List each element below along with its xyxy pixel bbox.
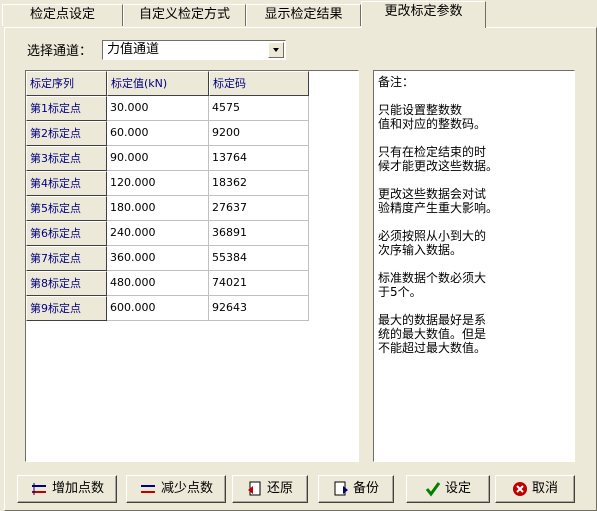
code-cell[interactable]: 36891 xyxy=(209,221,309,246)
calibration-grid[interactable]: 标定序列 标定值(kN) 标定码 第1标定点 30.000 4575 第2标定点… xyxy=(25,70,359,462)
code-cell[interactable]: 4575 xyxy=(209,96,309,121)
check-icon xyxy=(425,482,441,497)
value-cell[interactable]: 120.000 xyxy=(107,171,209,196)
note-item: 只能设置整数数 值和对应的整数码。 xyxy=(378,103,487,131)
notes-title: 备注： xyxy=(378,75,415,89)
value-cell[interactable]: 600.000 xyxy=(107,296,209,321)
row-header[interactable]: 第9标定点 xyxy=(26,296,107,321)
note-item: 只有在检定结束的时 候才能更改这些数据。 xyxy=(378,145,499,173)
value-cell[interactable]: 90.000 xyxy=(107,146,209,171)
value-cell[interactable]: 30.000 xyxy=(107,96,209,121)
restore-icon xyxy=(247,481,261,496)
backup-icon xyxy=(334,481,348,496)
code-cell[interactable]: 74021 xyxy=(209,271,309,296)
value-cell[interactable]: 60.000 xyxy=(107,121,209,146)
tab-label: 检定点设定 xyxy=(29,7,95,22)
code-cell[interactable]: 27637 xyxy=(209,196,309,221)
row-header[interactable]: 第1标定点 xyxy=(26,96,107,121)
note-item: 更改这些数据会对试 验精度产生重大影响。 xyxy=(378,187,499,215)
tab-label: 更改标定参数 xyxy=(384,4,463,19)
row-header[interactable]: 第4标定点 xyxy=(26,171,107,196)
cancel-button[interactable]: 取消 xyxy=(495,475,575,503)
note-item: 标准数据个数必须大 于5个。 xyxy=(378,271,487,299)
code-cell[interactable]: 18362 xyxy=(209,171,309,196)
add-points-label: 增加点数 xyxy=(51,481,104,496)
code-cell[interactable]: 92643 xyxy=(209,296,309,321)
code-cell[interactable]: 13764 xyxy=(209,146,309,171)
cancel-icon xyxy=(512,482,527,496)
value-cell[interactable]: 180.000 xyxy=(107,196,209,221)
channel-selected-value: 力值通道 xyxy=(107,42,160,57)
set-label: 设定 xyxy=(444,481,471,496)
backup-button[interactable]: 备份 xyxy=(318,475,394,503)
remove-points-button[interactable]: 减少点数 xyxy=(126,475,226,503)
code-cell[interactable]: 9200 xyxy=(209,121,309,146)
channel-select[interactable]: 力值通道 xyxy=(102,40,286,60)
row-header[interactable]: 第3标定点 xyxy=(26,146,107,171)
column-header-code[interactable]: 标定码 xyxy=(209,71,309,96)
row-header[interactable]: 第5标定点 xyxy=(26,196,107,221)
cancel-label: 取消 xyxy=(531,481,558,496)
row-header[interactable]: 第2标定点 xyxy=(26,121,107,146)
notes-box[interactable]: 备注： 只能设置整数数 值和对应的整数码。 只有在检定结束的时 候才能更改这些数… xyxy=(373,70,575,462)
tab-label: 显示检定结果 xyxy=(264,7,343,22)
tab-bar: 检定点设定 自定义检定方式 显示检定结果 更改标定参数 xyxy=(0,0,597,30)
note-item: 最大的数据最好是系 统的最大数值。但是 不能超过最大数值。 xyxy=(378,313,487,355)
value-cell[interactable]: 360.000 xyxy=(107,246,209,271)
tab-show-results[interactable]: 显示检定结果 xyxy=(246,4,361,26)
tab-custom-check-mode[interactable]: 自定义检定方式 xyxy=(123,4,246,26)
add-points-button[interactable]: 增加点数 xyxy=(17,475,117,503)
tab-label: 自定义检定方式 xyxy=(138,7,230,22)
restore-button[interactable]: 还原 xyxy=(232,475,308,503)
note-item: 必须按照从小到大的 次序输入数据。 xyxy=(378,229,487,257)
code-cell[interactable]: 55384 xyxy=(209,246,309,271)
tab-checkpoint-settings[interactable]: 检定点设定 xyxy=(2,4,123,26)
channel-label: 选择通道： xyxy=(27,44,93,59)
restore-label: 还原 xyxy=(266,481,293,496)
backup-label: 备份 xyxy=(352,481,379,496)
row-header[interactable]: 第8标定点 xyxy=(26,271,107,296)
value-cell[interactable]: 240.000 xyxy=(107,221,209,246)
row-header[interactable]: 第6标定点 xyxy=(26,221,107,246)
add-points-icon xyxy=(31,483,46,495)
remove-points-label: 减少点数 xyxy=(160,481,213,496)
set-button[interactable]: 设定 xyxy=(406,475,490,503)
tab-change-calibration[interactable]: 更改标定参数 xyxy=(361,1,486,28)
remove-points-icon xyxy=(140,485,155,493)
column-header-sequence[interactable]: 标定序列 xyxy=(26,71,107,96)
value-cell[interactable]: 480.000 xyxy=(107,271,209,296)
row-header[interactable]: 第7标定点 xyxy=(26,246,107,271)
chevron-down-icon[interactable] xyxy=(268,42,284,58)
column-header-value[interactable]: 标定值(kN) xyxy=(107,71,209,96)
